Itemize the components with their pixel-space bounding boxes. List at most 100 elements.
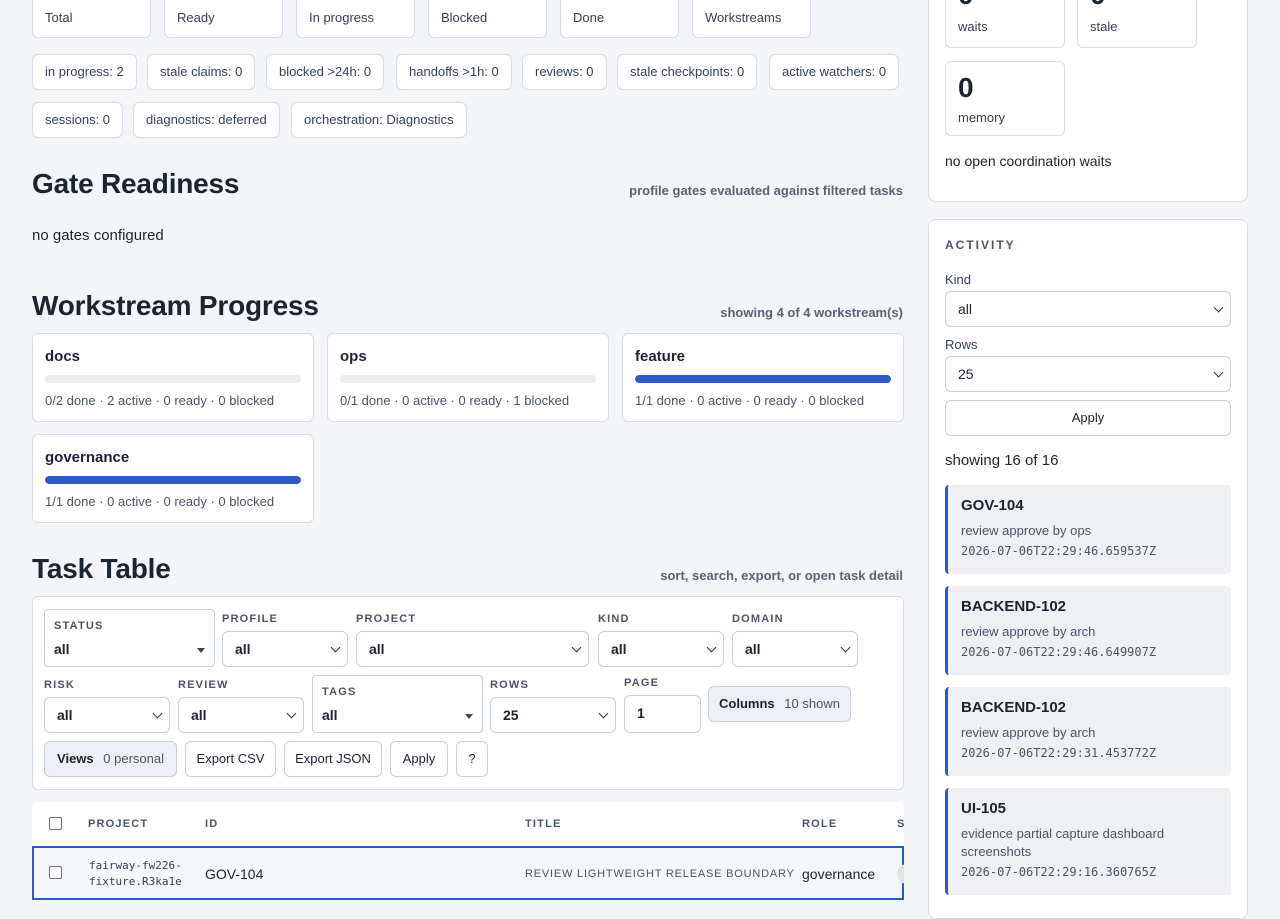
stat-label: waits bbox=[958, 19, 988, 34]
activity-item[interactable]: BACKEND-102 review approve by arch 2026-… bbox=[945, 586, 1231, 675]
activity-item-title: BACKEND-102 bbox=[961, 598, 1067, 615]
activity-showing-count: showing 16 of 16 bbox=[945, 452, 1059, 469]
column-header-title[interactable]: TITLE bbox=[525, 818, 562, 830]
page-value: 1 bbox=[637, 705, 645, 721]
stat-card-memory: 0 memory bbox=[945, 61, 1065, 136]
tile-label: Blocked bbox=[441, 10, 488, 25]
kind-filter-select[interactable]: all bbox=[598, 631, 724, 667]
column-header-project[interactable]: PROJECT bbox=[88, 818, 148, 830]
tile-label: In progress bbox=[309, 10, 375, 25]
columns-button-label: Columns bbox=[719, 696, 775, 711]
views-count: 0 personal bbox=[103, 751, 164, 766]
workstream-progress-bar bbox=[45, 375, 301, 383]
workstream-meta: 0/1 done · 0 active · 0 ready · 1 blocke… bbox=[340, 393, 570, 408]
activity-item-timestamp: 2026-07-06T22:29:16.360765Z bbox=[961, 865, 1157, 879]
views-button-label: Views bbox=[57, 751, 94, 766]
column-header-role[interactable]: ROLE bbox=[802, 818, 837, 830]
help-button[interactable]: ? bbox=[456, 741, 488, 777]
rows-filter-select[interactable]: 25 bbox=[490, 697, 616, 733]
activity-item-desc: review approve by arch bbox=[961, 725, 1096, 740]
row-checkbox[interactable] bbox=[49, 866, 62, 879]
views-button[interactable]: Views 0 personal bbox=[44, 741, 177, 777]
row-project: fairway-fw226- fixture.R3ka1e bbox=[89, 858, 182, 890]
domain-filter-select[interactable]: all bbox=[732, 631, 858, 667]
chip-handoffs-1h: handoffs >1h: 0 bbox=[396, 54, 512, 90]
select-all-checkbox[interactable] bbox=[49, 817, 62, 830]
column-header-id[interactable]: ID bbox=[205, 818, 218, 830]
workstream-progress-title: Workstream Progress bbox=[32, 290, 319, 321]
summary-tile-in-progress: In progress bbox=[296, 0, 415, 38]
project-filter-select[interactable]: all bbox=[356, 631, 589, 667]
select-value: 25 bbox=[958, 366, 974, 382]
workstream-name: ops bbox=[340, 348, 367, 365]
tags-filter[interactable]: TAGS all bbox=[312, 675, 483, 733]
activity-item-timestamp: 2026-07-06T22:29:46.649907Z bbox=[961, 645, 1157, 659]
export-csv-button[interactable]: Export CSV bbox=[185, 741, 276, 777]
page-input[interactable]: 1 bbox=[624, 695, 701, 733]
columns-count: 10 shown bbox=[784, 696, 840, 711]
caret-down-icon bbox=[197, 648, 205, 653]
workstream-progress-bar bbox=[635, 375, 891, 383]
status-filter-label: STATUS bbox=[54, 620, 104, 632]
activity-item[interactable]: UI-105 evidence partial capture dashboar… bbox=[945, 788, 1231, 895]
chevron-down-icon bbox=[840, 642, 851, 653]
review-filter-select[interactable]: all bbox=[178, 697, 304, 733]
workstream-card-docs[interactable]: docs 0/2 done · 2 active · 0 ready · 0 b… bbox=[32, 333, 314, 422]
select-value: all bbox=[57, 707, 73, 723]
workstream-meta: 1/1 done · 0 active · 0 ready · 0 blocke… bbox=[635, 393, 865, 408]
columns-button[interactable]: Columns 10 shown bbox=[708, 686, 851, 722]
activity-kind-select[interactable]: all bbox=[945, 291, 1231, 327]
chip-stale-checkpoints: stale checkpoints: 0 bbox=[617, 54, 758, 90]
workstream-card-ops[interactable]: ops 0/1 done · 0 active · 0 ready · 1 bl… bbox=[327, 333, 609, 422]
select-value: all bbox=[191, 707, 207, 723]
stat-card-waits: 0 waits bbox=[945, 0, 1065, 48]
tile-label: Done bbox=[573, 10, 605, 25]
row-project-line2: fixture.R3ka1e bbox=[89, 875, 182, 888]
chevron-down-icon bbox=[1213, 367, 1224, 378]
workstream-progress-bar bbox=[45, 476, 301, 484]
activity-item[interactable]: GOV-104 review approve by ops 2026-07-06… bbox=[945, 485, 1231, 574]
row-title: REVIEW LIGHTWEIGHT RELEASE BOUNDARY bbox=[525, 868, 795, 880]
status-filter[interactable]: STATUS all bbox=[44, 609, 215, 667]
chip-stale-claims: stale claims: 0 bbox=[147, 54, 256, 90]
stat-label: memory bbox=[958, 110, 1005, 125]
stat-value: 0 bbox=[958, 72, 974, 103]
export-json-button[interactable]: Export JSON bbox=[284, 741, 382, 777]
activity-rows-select[interactable]: 25 bbox=[945, 356, 1231, 392]
gate-readiness-title: Gate Readiness bbox=[32, 168, 240, 199]
chip-orchestration: orchestration: Diagnostics bbox=[291, 102, 467, 138]
page-filter-label: PAGE bbox=[624, 677, 660, 689]
domain-filter-label: DOMAIN bbox=[732, 613, 784, 625]
column-header-status[interactable]: S bbox=[897, 818, 904, 830]
select-value: all bbox=[369, 641, 385, 657]
status-badge bbox=[897, 864, 904, 884]
workstream-card-governance[interactable]: governance 1/1 done · 0 active · 0 ready… bbox=[32, 434, 314, 523]
activity-item-desc: review approve by ops bbox=[961, 523, 1092, 538]
apply-filters-button[interactable]: Apply bbox=[390, 741, 448, 777]
activity-item-title: GOV-104 bbox=[961, 497, 1024, 514]
rows-filter-label: ROWS bbox=[490, 679, 530, 691]
chevron-down-icon bbox=[1213, 302, 1224, 313]
summary-tile-done: Done bbox=[560, 0, 679, 38]
activity-rows-label: Rows bbox=[945, 337, 978, 352]
summary-tile-blocked: Blocked bbox=[428, 0, 547, 38]
summary-tile-total: Total bbox=[32, 0, 151, 38]
activity-title: ACTIVITY bbox=[945, 238, 1016, 252]
select-value: all bbox=[745, 641, 761, 657]
profile-filter-select[interactable]: all bbox=[222, 631, 348, 667]
summary-tile-ready: Ready bbox=[164, 0, 283, 38]
profile-filter-label: PROFILE bbox=[222, 613, 279, 625]
workstream-card-feature[interactable]: feature 1/1 done · 0 active · 0 ready · … bbox=[622, 333, 904, 422]
select-value: all bbox=[611, 641, 627, 657]
status-filter-value: all bbox=[54, 641, 70, 657]
progress-fill bbox=[45, 476, 301, 484]
activity-item[interactable]: BACKEND-102 review approve by arch 2026-… bbox=[945, 687, 1231, 776]
column-header-status-clip: S bbox=[897, 812, 904, 836]
review-filter-label: REVIEW bbox=[178, 679, 229, 691]
activity-apply-button[interactable]: Apply bbox=[945, 400, 1231, 436]
chip-active-watchers: active watchers: 0 bbox=[769, 54, 900, 90]
progress-fill bbox=[635, 375, 891, 383]
row-id[interactable]: GOV-104 bbox=[205, 866, 263, 882]
risk-filter-select[interactable]: all bbox=[44, 697, 170, 733]
table-row[interactable]: fairway-fw226- fixture.R3ka1e GOV-104 RE… bbox=[32, 846, 904, 900]
